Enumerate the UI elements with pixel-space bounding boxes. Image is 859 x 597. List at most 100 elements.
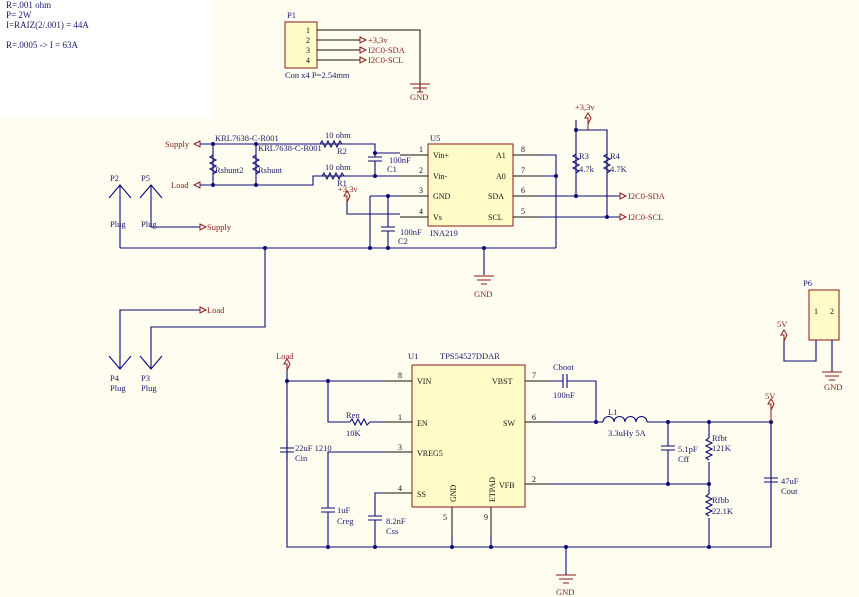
css-value: 8.2nF	[386, 516, 406, 526]
p1-pin: 1	[306, 26, 310, 35]
rfbt-designator: Rfbt	[712, 433, 728, 443]
u1-pin-number: 8	[398, 371, 402, 380]
p3-designator: P3	[141, 373, 150, 383]
net-label-3v3: +3,3v	[368, 35, 388, 45]
l1-designator: L1	[608, 407, 617, 417]
cff-value: 5.1pF	[678, 444, 698, 454]
u1-pin-name: VIN	[417, 377, 431, 386]
u1-pin-number: 5	[443, 513, 447, 522]
u5-pin-name: SDA	[488, 192, 504, 201]
supply-net-label: Supply	[207, 222, 232, 232]
capacitor-c1	[368, 153, 382, 176]
c1-designator: C1	[387, 164, 397, 174]
rshunt2-label: Rshunt2	[215, 165, 243, 175]
u1-pin-name: ETPAD	[488, 477, 497, 502]
u5-pin-number: 1	[419, 145, 423, 154]
u1-designator: U1	[408, 351, 418, 361]
net-label-supply: Supply	[165, 139, 190, 149]
shunt-part-label: KRL7638-C-R001	[215, 133, 279, 143]
gnd-label: GND	[410, 92, 428, 102]
load-net-label: Load	[207, 305, 225, 315]
p6-net-label: 5V	[777, 319, 788, 329]
u1-pin-number: 1	[398, 413, 402, 422]
p6-gnd-label: GND	[824, 382, 842, 392]
cff-designator: Cff	[678, 454, 689, 464]
u5-pin-name: A0	[496, 172, 506, 181]
creg-value: 1uF	[337, 505, 351, 515]
cboot-value: 100nF	[553, 390, 575, 400]
p4-plug-label: Plug	[110, 383, 126, 393]
chip-u1-tps54527[interactable]: U1 TPS54527DDAR VIN EN VREG5 SS 8 1 3 4 …	[398, 351, 536, 522]
buck-gnd-label: GND	[556, 587, 574, 597]
u1-part: TPS54527DDAR	[440, 351, 500, 361]
p1-pin: 3	[306, 46, 310, 55]
css-designator: Css	[386, 526, 398, 536]
u5-pin-number: 2	[419, 166, 423, 175]
gnd-label: GND	[474, 289, 492, 299]
schematic-canvas: P1 1 2 3 4 Con x4 P=2.54mm +3,3v I2C0-SD…	[108, 10, 842, 597]
r2-designator: R2	[337, 146, 347, 156]
u1-pin-name: GND	[449, 484, 458, 502]
u5-pin-number: 8	[521, 145, 525, 154]
u5-pin-number: 6	[521, 186, 525, 195]
u1-pin-name: SS	[417, 490, 426, 499]
u1-load-label: Load	[276, 351, 294, 361]
u5-designator: U5	[430, 133, 440, 143]
net-label-sda: I2C0-SDA	[368, 45, 406, 55]
u1-pin-number: 9	[484, 513, 488, 522]
vcc-label: +3,3v	[338, 184, 358, 194]
p1-pin: 2	[306, 36, 310, 45]
p2-plug-label: Plug	[110, 219, 126, 229]
r4-value: 4.7K	[610, 164, 628, 174]
u5-pin-name: Vs	[433, 213, 442, 222]
u1-pin-number: 2	[532, 475, 536, 484]
chip-u5-ina219[interactable]: U5 Vin+ Vin- GND Vs 1 2 3 4 A1 A0 SDA SC…	[419, 133, 525, 238]
u1-pin-number: 6	[532, 413, 536, 422]
cout-value: 47uF	[781, 476, 799, 486]
p5-plug-label: Plug	[141, 219, 157, 229]
cin-value: 22uF 1210	[295, 443, 332, 453]
r4-designator: R4	[610, 151, 621, 161]
cboot-designator: Cboot	[553, 362, 574, 372]
r3-value: 4.7k	[579, 164, 595, 174]
p3-plug-label: Plug	[141, 383, 157, 393]
u5-pin-number: 5	[521, 207, 525, 216]
scl-net-label: I2C0-SCL	[628, 212, 663, 222]
shunt-part-label: KRL7638-C-R001	[258, 143, 322, 153]
cin-designator: Cin	[295, 453, 308, 463]
l1-value: 3.3uHy 5A	[608, 428, 647, 438]
u1-pin-number: 7	[532, 371, 536, 380]
p1-description: Con x4 P=2.54mm	[285, 70, 350, 80]
net-label-scl: I2C0-SCL	[368, 55, 403, 65]
r1-value: 10 ohm	[325, 162, 351, 172]
u5-pin-name: Vin-	[433, 172, 448, 181]
rfbb-value: 22.1K	[712, 506, 734, 516]
u1-pin-name: EN	[417, 419, 428, 428]
rfbb-designator: Rfbb	[712, 495, 729, 505]
u5-pin-name: Vin+	[433, 151, 450, 160]
rshunt-label: Rshunt	[258, 165, 283, 175]
ren-value: 10K	[346, 428, 362, 438]
u1-pin-name: VREG5	[417, 449, 443, 458]
vout-label: 5V	[765, 391, 776, 401]
cout-designator: Cout	[781, 486, 798, 496]
connector-p6[interactable]: P6 1 2	[803, 278, 840, 341]
u1-pin-number: 4	[398, 484, 402, 493]
p1-pin: 4	[306, 56, 310, 65]
p4-designator: P4	[110, 373, 120, 383]
u5-pin-name: GND	[433, 192, 451, 201]
pullup-vcc-label: +3,3v	[575, 102, 595, 112]
p6-designator: P6	[803, 278, 812, 288]
connector-p1[interactable]: P1 1 2 3 4 Con x4 P=2.54mm	[284, 10, 350, 80]
sda-net-label: I2C0-SDA	[628, 191, 666, 201]
p2-designator: P2	[110, 173, 119, 183]
p1-body	[284, 21, 318, 69]
inductor-l1	[602, 416, 648, 423]
creg-designator: Creg	[337, 516, 354, 526]
p6-pin: 1	[814, 307, 818, 316]
u5-pin-number: 3	[419, 186, 423, 195]
r3-designator: R3	[579, 151, 589, 161]
u1-pin-name: VBST	[492, 377, 513, 386]
u5-part: INA219	[430, 228, 458, 238]
u5-pin-number: 7	[521, 166, 525, 175]
